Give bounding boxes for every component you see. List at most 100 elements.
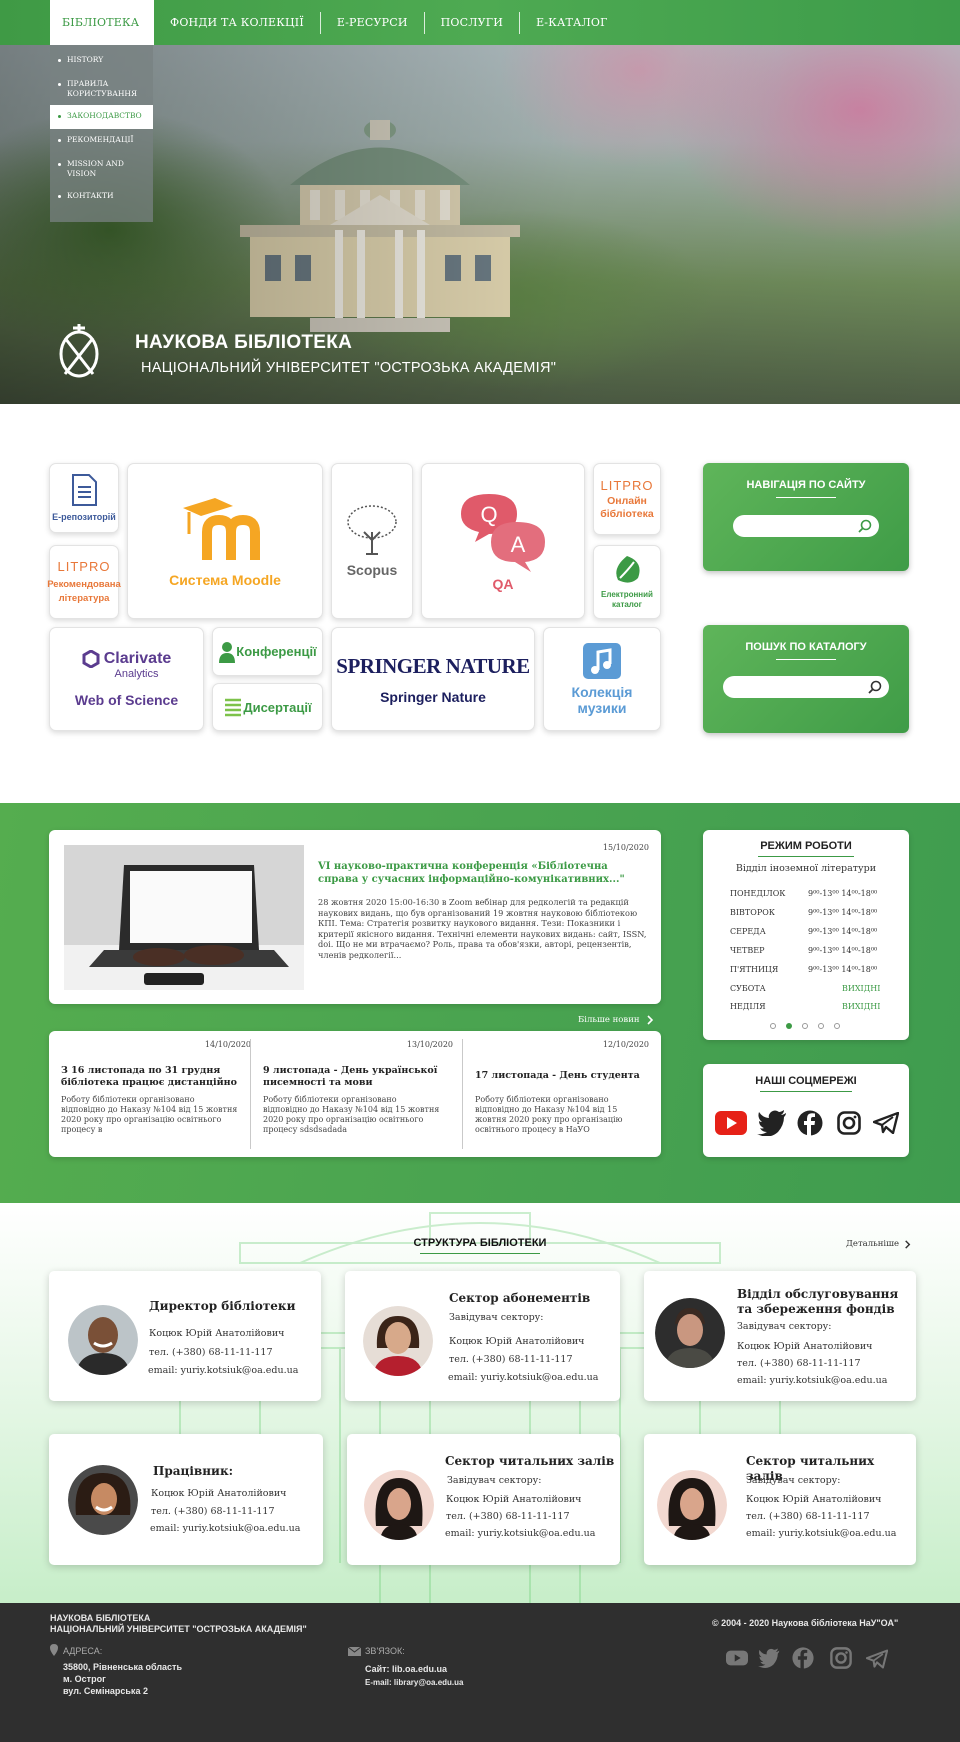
staff-role: Завідувач сектору: bbox=[746, 1475, 841, 1486]
tile-music-label: Колекція музики bbox=[571, 684, 633, 716]
tile-repository-label: Е-репозиторій bbox=[52, 512, 116, 522]
social-title: НАШІ СОЦМЕРЕЖІ bbox=[755, 1075, 857, 1087]
pager-dot[interactable] bbox=[818, 1023, 824, 1029]
site-brand[interactable]: НАУКОВА БІБЛІОТЕКА НАЦІОНАЛЬНИЙ УНІВЕРСИ… bbox=[55, 318, 556, 386]
tile-conferences[interactable]: Конференції bbox=[212, 627, 323, 676]
telegram-icon[interactable] bbox=[873, 1112, 899, 1134]
footer-email-link[interactable]: E-mail: library@oa.edu.ua bbox=[365, 1678, 464, 1687]
site-navigation-box: НАВІГАЦІЯ ПО САЙТУ bbox=[703, 463, 909, 571]
tile-litpro-online[interactable]: LITPRO Онлайн бібліотека bbox=[593, 463, 661, 535]
staff-name: Коцюк Юрій Анатолійович bbox=[151, 1488, 287, 1499]
tile-qa[interactable]: QA QA bbox=[421, 463, 585, 619]
library-dropdown-menu: HISTORY ПРАВИЛА КОРИСТУВАННЯ ЗАКОНОДАВСТ… bbox=[50, 45, 153, 222]
youtube-icon[interactable] bbox=[715, 1111, 747, 1135]
instagram-icon[interactable] bbox=[830, 1647, 852, 1669]
tile-ecatalog[interactable]: Електронний каталог bbox=[593, 545, 661, 619]
instagram-icon[interactable] bbox=[837, 1111, 861, 1135]
catalog-search-field[interactable] bbox=[723, 676, 889, 700]
news-item[interactable]: 14/10/2020 З 16 листопада по 31 грудня б… bbox=[61, 1039, 251, 1149]
staff-card[interactable]: Сектор читальних залів Завідувач сектору… bbox=[347, 1434, 620, 1565]
twitter-icon[interactable] bbox=[758, 1647, 780, 1669]
search-icon[interactable] bbox=[867, 679, 883, 695]
envelope-icon bbox=[348, 1647, 361, 1656]
staff-name: Коцюк Юрій Анатолійович bbox=[149, 1328, 285, 1339]
nav-ecatalog[interactable]: Е-КАТАЛОГ bbox=[520, 0, 624, 45]
staff-phone: тел. (+380) 68-11-11-117 bbox=[746, 1511, 870, 1522]
search-icon[interactable] bbox=[857, 518, 873, 534]
staff-name: Коцюк Юрій Анатолійович bbox=[446, 1494, 582, 1505]
dropdown-item-contacts[interactable]: КОНТАКТИ bbox=[50, 185, 153, 209]
more-news-link[interactable]: Більше новин bbox=[578, 1015, 655, 1025]
brand-subtitle: НАЦІОНАЛЬНИЙ УНІВЕРСИТЕТ "ОСТРОЗЬКА АКАД… bbox=[141, 360, 557, 376]
tile-repository[interactable]: Е-репозиторій bbox=[49, 463, 119, 533]
featured-news-title[interactable]: VI науково-практична конференція «Бібліо… bbox=[318, 860, 648, 886]
news-item-title: 9 листопада - День української писемност… bbox=[263, 1065, 438, 1088]
dropdown-item-recommendations[interactable]: РЕКОМЕНДАЦІЇ bbox=[50, 129, 153, 153]
staff-card[interactable]: Сектор абонементів Завідувач сектору: Ко… bbox=[345, 1271, 620, 1401]
telegram-icon[interactable] bbox=[866, 1648, 888, 1670]
facebook-icon[interactable] bbox=[797, 1110, 823, 1136]
tile-wos-label: Web of Science bbox=[74, 692, 179, 708]
structure-details-link[interactable]: Детальніше bbox=[846, 1239, 912, 1249]
scopus-tree-icon bbox=[347, 505, 397, 555]
news-item-date: 12/10/2020 bbox=[602, 1040, 649, 1049]
avatar bbox=[655, 1298, 725, 1368]
news-list-card: 14/10/2020 З 16 листопада по 31 грудня б… bbox=[49, 1031, 661, 1157]
catalog-search-input[interactable] bbox=[723, 677, 863, 700]
twitter-icon[interactable] bbox=[757, 1110, 787, 1136]
news-item-title: З 16 листопада по 31 грудня бібліотека п… bbox=[61, 1065, 237, 1088]
site-search-field[interactable] bbox=[733, 515, 879, 539]
site-search-input[interactable] bbox=[733, 516, 853, 539]
tile-dissertations[interactable]: Дисертації bbox=[212, 683, 323, 731]
analytics-label: Analytics bbox=[114, 668, 159, 680]
staff-name: Коцюк Юрій Анатолійович bbox=[449, 1336, 585, 1347]
footer-address-label: АДРЕСА: bbox=[63, 1646, 103, 1656]
facebook-icon[interactable] bbox=[792, 1647, 814, 1669]
nav-funds[interactable]: ФОНДИ ТА КОЛЕКЦІЇ bbox=[154, 0, 320, 45]
dropdown-item-legislation[interactable]: ЗАКОНОДАВСТВО bbox=[50, 105, 153, 129]
pager-dot-active[interactable] bbox=[786, 1023, 792, 1029]
clarivate-logo: Clarivate bbox=[82, 650, 171, 668]
tile-scopus[interactable]: Scopus bbox=[331, 463, 413, 619]
tile-moodle-label: Система Moodle bbox=[169, 572, 281, 588]
music-icon bbox=[583, 643, 621, 679]
tile-litpro-recommended[interactable]: LITPRO Рекомендована література bbox=[47, 545, 121, 619]
staff-email: email: yuriy.kotsiuk@oa.edu.ua bbox=[150, 1523, 301, 1534]
dropdown-item-mission[interactable]: MISSION AND VISION bbox=[50, 153, 153, 185]
pager-dot[interactable] bbox=[770, 1023, 776, 1029]
staff-role: Завідувач сектору: bbox=[449, 1312, 544, 1323]
youtube-icon[interactable] bbox=[726, 1647, 748, 1669]
staff-card[interactable]: Працівник: Коцюк Юрій Анатолійович тел. … bbox=[49, 1434, 323, 1565]
tile-springer[interactable]: SPRINGER NATURE Springer Nature bbox=[331, 627, 535, 731]
nav-eresources[interactable]: Е-РЕСУРСИ bbox=[321, 0, 424, 45]
news-item-date: 13/10/2020 bbox=[406, 1040, 453, 1049]
staff-card[interactable]: Відділ обслуговування та збереження фонд… bbox=[644, 1271, 916, 1401]
featured-news-card[interactable]: 15/10/2020 VI науково-практична конферен… bbox=[49, 830, 661, 1004]
news-item[interactable]: 13/10/2020 9 листопада - День українсько… bbox=[263, 1039, 453, 1149]
pager-dot[interactable] bbox=[802, 1023, 808, 1029]
nav-services[interactable]: ПОСЛУГИ bbox=[425, 0, 519, 45]
staff-card[interactable]: Сектор читальних залів Завідувач сектору… bbox=[644, 1434, 916, 1565]
tile-scopus-label: Scopus bbox=[346, 562, 398, 578]
news-item[interactable]: 12/10/2020 17 листопада - День студента … bbox=[475, 1039, 649, 1149]
tile-ecatalog-label: Електронний каталог bbox=[601, 590, 653, 609]
dropdown-item-rules[interactable]: ПРАВИЛА КОРИСТУВАННЯ bbox=[50, 73, 153, 105]
location-pin-icon bbox=[50, 1644, 58, 1656]
svg-text:Q: Q bbox=[480, 502, 497, 527]
footer-site-link[interactable]: Сайт: lib.oa.edu.ua bbox=[365, 1664, 447, 1674]
tile-music[interactable]: Колекція музики bbox=[543, 627, 661, 731]
more-news-label: Більше новин bbox=[578, 1015, 640, 1025]
tile-springer-label: Springer Nature bbox=[380, 688, 486, 705]
staff-phone: тел. (+380) 68-11-11-117 bbox=[737, 1358, 861, 1369]
tile-moodle[interactable]: Система Moodle bbox=[127, 463, 323, 619]
staff-title: Сектор читальних залів bbox=[445, 1454, 615, 1468]
news-item-body: Роботу бібліотеки організовано відповідн… bbox=[61, 1095, 238, 1134]
schedule-title: РЕЖИМ РОБОТИ bbox=[760, 840, 852, 852]
footer-org-name: НАУКОВА БІБЛІОТЕКА bbox=[50, 1613, 151, 1623]
nav-library[interactable]: БІБЛІОТЕКА bbox=[50, 0, 154, 45]
footer-contact-label: ЗВ'ЯЗОК: bbox=[365, 1646, 405, 1656]
tile-web-of-science[interactable]: Clarivate Analytics Web of Science bbox=[49, 627, 204, 731]
dropdown-item-history[interactable]: HISTORY bbox=[50, 49, 153, 73]
staff-card[interactable]: Директор бібліотеки Коцюк Юрій Анатолійо… bbox=[49, 1271, 321, 1401]
pager-dot[interactable] bbox=[834, 1023, 840, 1029]
